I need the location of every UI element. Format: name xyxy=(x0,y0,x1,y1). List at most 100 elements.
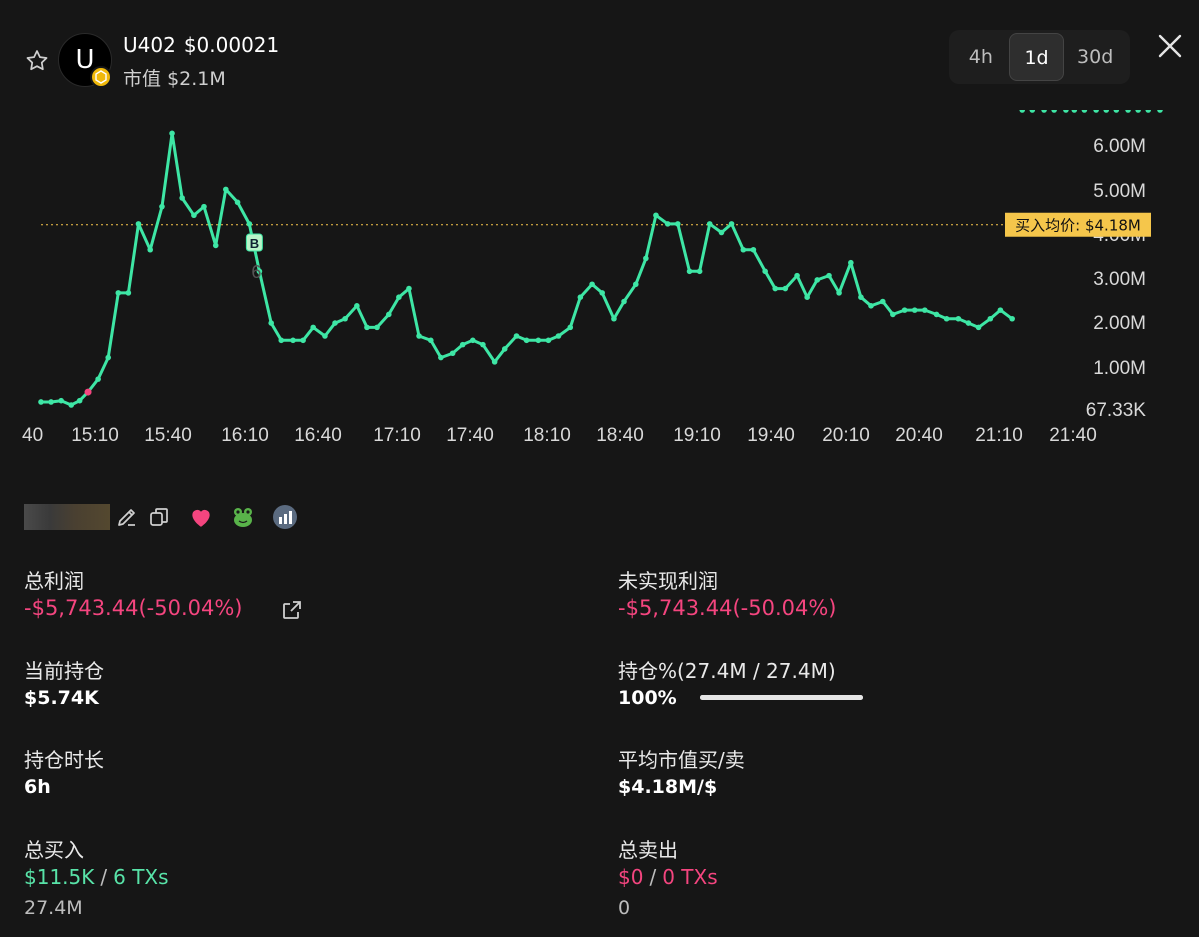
data-point xyxy=(1145,110,1152,113)
timeframe-selector: 4h 1d 30d xyxy=(949,30,1130,84)
data-point xyxy=(1009,315,1015,322)
data-point xyxy=(406,285,412,292)
data-point xyxy=(664,221,671,227)
data-point xyxy=(750,246,757,253)
data-point xyxy=(523,337,530,344)
data-point xyxy=(385,311,392,318)
holding-progress-bar xyxy=(700,695,863,700)
tab-1d[interactable]: 1d xyxy=(1008,33,1065,81)
data-point xyxy=(135,221,142,227)
total-buy-amount: $11.5K xyxy=(24,865,95,889)
data-point xyxy=(1093,110,1099,113)
data-point xyxy=(290,337,296,344)
token-symbol: U402 xyxy=(123,33,176,57)
data-point xyxy=(491,359,498,365)
data-point xyxy=(1125,110,1131,113)
data-point xyxy=(364,324,370,331)
copy-icon[interactable] xyxy=(146,504,172,530)
total-profit-value: -$5,743.44(-50.04%) xyxy=(24,596,243,620)
data-point xyxy=(772,285,779,292)
data-point xyxy=(38,399,44,405)
total-sell-amount: $0 xyxy=(618,865,644,889)
data-point xyxy=(1029,110,1036,113)
x-axis: 40 15:10 15:40 16:10 16:40 17:10 17:40 18:10 18:… xyxy=(22,425,1097,446)
blurred-wallet-name xyxy=(24,504,110,530)
data-point xyxy=(125,290,132,296)
total-sell-label: 总卖出 xyxy=(618,838,678,862)
token-title: U402 $0.00021 xyxy=(123,33,279,57)
data-point xyxy=(762,268,768,275)
data-point xyxy=(933,311,940,318)
data-point xyxy=(459,341,466,348)
x-tick-label: 19:10 xyxy=(673,425,721,446)
total-buy-txs: 6 TXs xyxy=(113,865,169,889)
data-point xyxy=(643,255,649,262)
y-tick-label: 5.00M xyxy=(1093,181,1146,202)
data-point xyxy=(836,290,842,296)
data-point xyxy=(1157,110,1163,113)
frog-icon[interactable] xyxy=(230,504,256,530)
separator: / xyxy=(649,865,657,889)
chart-badge-icon[interactable] xyxy=(272,504,298,530)
data-point xyxy=(58,397,64,404)
data-point xyxy=(470,337,476,344)
data-point xyxy=(268,320,274,326)
avg-buy-tag-label: 买入均价: $4.18M xyxy=(1015,217,1141,235)
data-point xyxy=(728,221,735,227)
data-point xyxy=(879,298,886,305)
series-line xyxy=(41,131,1013,407)
wallet-profile xyxy=(24,500,324,538)
trade-marker-dot xyxy=(84,388,92,396)
data-point xyxy=(169,130,175,137)
edit-icon[interactable] xyxy=(114,504,140,530)
data-point xyxy=(48,399,54,405)
x-tick-label: 18:10 xyxy=(523,425,571,446)
data-point xyxy=(480,341,486,348)
heart-icon[interactable] xyxy=(188,504,214,530)
data-point xyxy=(794,272,800,279)
tab-4h[interactable]: 4h xyxy=(953,33,1009,81)
data-point xyxy=(310,324,316,331)
data-point xyxy=(577,294,584,300)
data-point xyxy=(1019,110,1026,113)
close-icon[interactable] xyxy=(1155,31,1185,61)
data-point xyxy=(814,277,821,283)
unrealized-value: -$5,743.44(-50.04%) xyxy=(618,596,837,620)
token-price: $0.00021 xyxy=(183,33,280,57)
data-point xyxy=(718,229,725,236)
data-point xyxy=(686,268,693,275)
data-point xyxy=(201,203,207,210)
x-tick-label: 15:10 xyxy=(71,425,119,446)
data-point xyxy=(1051,110,1057,113)
data-point xyxy=(706,221,713,227)
data-point xyxy=(191,212,197,219)
position-value: $5.74K xyxy=(24,687,99,709)
data-point xyxy=(76,397,83,404)
data-point xyxy=(1113,110,1120,113)
x-tick-label: 18:40 xyxy=(596,425,644,446)
data-point xyxy=(1063,110,1069,113)
star-icon[interactable] xyxy=(24,48,50,74)
y-tick-label: 2.00M xyxy=(1093,313,1146,334)
data-point xyxy=(147,246,154,253)
data-point xyxy=(545,337,552,344)
market-cap: 市值 $2.1M xyxy=(123,64,226,91)
data-point xyxy=(1103,110,1110,113)
mcap-label: 市值 xyxy=(123,68,162,90)
total-buy-value: $11.5K/6 TXs xyxy=(24,865,169,889)
data-point xyxy=(223,186,229,193)
data-point xyxy=(987,315,994,322)
data-point xyxy=(901,307,908,313)
data-point xyxy=(911,307,918,313)
external-link-icon[interactable] xyxy=(280,598,304,622)
data-point xyxy=(826,272,832,279)
total-buy-label: 总买入 xyxy=(24,838,84,862)
x-tick-label: 21:40 xyxy=(1049,425,1097,446)
unrealized-label: 未实现利润 xyxy=(618,569,718,593)
total-sell-qty: 0 xyxy=(618,897,631,919)
header: U U402 $0.00021 市值 $2.1M 4h 1d 30d xyxy=(0,0,1199,110)
data-point xyxy=(115,290,122,296)
tab-30d[interactable]: 30d xyxy=(1064,33,1126,81)
data-point xyxy=(1041,110,1047,113)
data-point xyxy=(868,303,874,309)
